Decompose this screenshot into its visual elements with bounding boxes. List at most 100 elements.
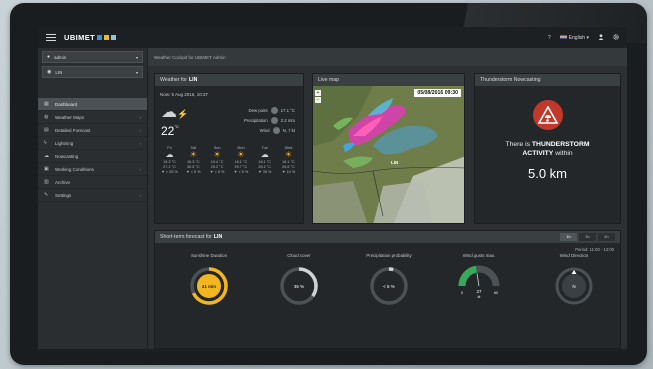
sidebar-item-lightning[interactable]: ϟ Lightning › [38,137,147,150]
bottom-edge [38,349,627,351]
map-location-label: LIN [391,160,399,165]
weather-detail-row: Dew point 17.1 °C [244,105,295,115]
gauge-label: Precipitation probability [366,253,412,258]
short-term-title: Short-term forecast for [160,234,212,240]
live-map[interactable]: + + + + + + 05/08/2016 09:30 + − LIN [313,86,464,223]
chevron-right-icon: › [139,166,141,172]
logo-text: UBIMET [64,33,96,42]
sun-icon: ☀ [213,150,221,159]
language-select[interactable]: English ▾ [559,34,589,41]
flag-icon [559,34,567,40]
sidebar-item-settings[interactable]: ✎ Settings › [38,189,147,202]
sun-icon: ☀ [189,150,197,159]
gauge-value: 41 min [202,284,217,289]
logo-square-light-blue [111,35,117,40]
sidebar-item-working-conditions[interactable]: ▣ Working Conditions › [38,163,147,176]
gear-icon[interactable] [613,33,619,42]
daily-forecast: Fri ☁ 19.3 °C 27.1 °C ▼ < 05 % Sat ☀ 16.3 °C 30.… [155,138,303,174]
gauge-chart: 41 min [190,267,228,305]
gauge-wind-direction: Wind Direction N [540,253,608,309]
map-timestamp: 05/08/2016 09:30 [414,89,461,97]
current-conditions: ☁⚡ 22°C [161,104,206,139]
forecast-precip: ▼ < 5 % [233,169,249,174]
forecast-day: Tue ☁ 18.1 °C 25.2 °C ▼ 35 % [254,146,275,174]
sidebar-item-label: Working Conditions [55,166,94,172]
gauge-min: 0 [461,291,463,295]
breadcrumb: Weather Cockpit for UBIMET Admin [148,48,627,66]
gauge-label: Sunshine Duration [190,253,228,258]
logo-square-yellow [104,35,110,40]
sidebar-item-label: Detailed Forecast [55,127,91,133]
zoom-in-button[interactable]: + [315,90,321,96]
sun-icon: ☀ [237,150,245,159]
gauge-chart: 27kt 0 60 [458,265,500,299]
short-term-forecast-panel: Short-term forecast for LIN 1h 3h 6h Perio… [154,230,621,349]
tab-3h[interactable]: 3h [579,233,596,241]
cloud-icon: ☁ [44,153,49,159]
sidebar-item-dashboard[interactable]: ▦ Dashboard [38,98,147,111]
svg-text:+: + [365,122,368,128]
help-icon[interactable]: ? [548,35,551,41]
thunderstorm-title: Thunderstorm Nowcasting [480,77,541,83]
sidebar-item-label: Weather Maps [55,114,85,120]
tab-6h[interactable]: 6h [598,233,615,241]
gauge-max: 60 [494,291,498,295]
sidebar-item-label: Archive [55,179,71,185]
sidebar: ● admin ▾ ◉ LIN ▾ ▦ Dashboard ◍ Weather Map… [38,48,148,351]
svg-text:+: + [379,115,382,121]
location-select[interactable]: ◉ LIN ▾ [42,66,143,78]
bolt-icon: ϟ [44,140,47,146]
gauge-fill [458,265,478,287]
forecast-day: Wed ☀ 16.1 °C 25.6 °C ▼ 10 % [278,146,299,174]
top-right-controls: ? English ▾ [548,33,619,42]
location-select-value: LIN [55,69,63,75]
short-term-location: LIN [213,234,223,240]
user-icon[interactable] [598,33,604,42]
caret-down-icon: ▾ [135,69,138,75]
logo: UBIMET [64,33,117,42]
thunderstorm-message: There is THUNDERSTORM ACTIVITY within [475,140,620,158]
sidebar-item-label: Dashboard [55,101,78,107]
forecast-day: Sun ☀ 19.4 °C 29.2 °C ▼ < 5 % [207,146,228,174]
weather-detail-label: Precipitation [244,117,268,123]
chevron-right-icon: › [139,140,141,146]
tablet-frame: UBIMET ? English ▾ ● admin ▾ ◉ LIN ▾ ▦ D… [10,3,647,365]
forecast-precip: ▼ 10 % [281,169,296,174]
thunderstorm-distance: 5.0 km [527,166,567,181]
sidebar-item-archive[interactable]: ▥ Archive [38,176,147,189]
gauge-wind-gusts-max: Wind gusts max. 27 kt 0 60 [445,253,513,309]
wrench-icon: ✎ [44,192,49,198]
thunder-cloud-icon: ☁⚡ [161,104,189,121]
gauge-chart: 35 % [280,267,318,305]
tab-1h[interactable]: 1h [560,233,577,241]
weather-detail-row: Precipitation 2.2 mm [244,115,295,125]
thunderstorm-body: There is THUNDERSTORM ACTIVITY within 5.… [475,86,620,181]
weather-now-time: Now: 5 Aug 2016, 10:37 [160,92,209,97]
weather-details: Dew point 17.1 °C Precipitation 2.2 mm Wind N… [244,105,295,138]
sidebar-item-detailed-forecast[interactable]: ▤ Detailed Forecast › [38,124,147,137]
sun-icon: ☀ [284,150,293,159]
live-map-header: Live map [313,74,464,86]
live-map-title: Live map [318,77,340,83]
sidebar-item-nowcasting[interactable]: ☁ Nowcasting [38,150,147,163]
chevron-right-icon: › [139,127,141,133]
weather-panel-location: LIN [189,77,198,83]
main-content: Weather Cockpit for UBIMET Admin Weather… [148,48,627,351]
user-select[interactable]: ● admin ▾ [42,51,143,63]
svg-text:+: + [358,137,361,143]
zoom-out-button[interactable]: − [315,97,321,103]
gauge-label: Wind Direction [559,253,589,258]
thunderstorm-line1: There is [505,141,530,148]
sidebar-item-label: Lightning [55,140,74,146]
svg-text:+: + [388,132,391,138]
gauge-label: Cloud cover [287,253,311,258]
weather-panel: Weather for LIN Now: 5 Aug 2016, 10:37 ☁… [154,73,304,224]
hamburger-menu-icon[interactable] [46,33,56,42]
sidebar-item-weather-maps[interactable]: ◍ Weather Maps › [38,111,147,124]
wind-icon [272,126,280,134]
forecast-day: Fri ☁ 19.3 °C 27.1 °C ▼ < 05 % [159,146,180,174]
archive-icon: ▥ [44,179,49,185]
temperature-unit: °C [174,124,179,129]
weather-detail-value: 2.2 mm [280,117,295,123]
svg-text:+: + [403,147,406,153]
